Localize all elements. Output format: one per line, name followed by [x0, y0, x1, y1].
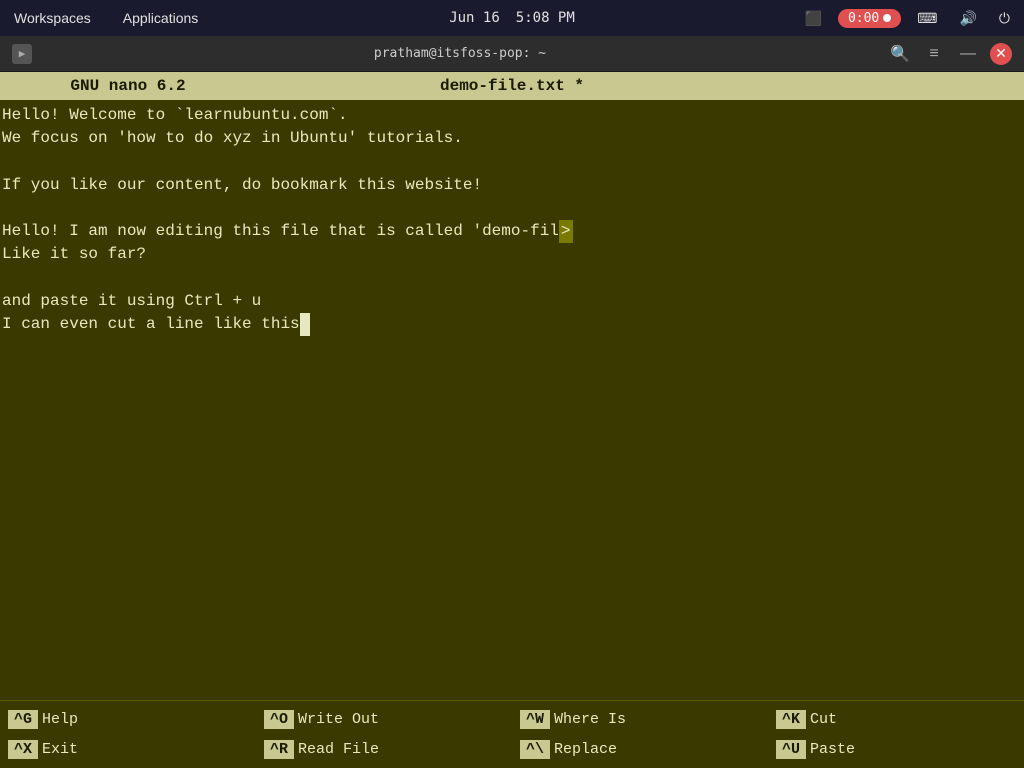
- line-2: We focus on 'how to do xyz in Ubuntu' tu…: [2, 129, 463, 147]
- shortcut-label-writeout: Write Out: [298, 711, 379, 728]
- shortcut-label-whereis: Where Is: [554, 711, 626, 728]
- nano-header: GNU nano 6.2 demo-file.txt *: [0, 72, 1024, 100]
- close-button[interactable]: ✕: [990, 43, 1012, 65]
- shortcut-label-cut: Cut: [810, 711, 837, 728]
- applications-menu[interactable]: Applications: [117, 8, 205, 28]
- shortcut-readfile: ^R Read File: [256, 736, 512, 763]
- shortcut-col-2: ^O Write Out ^R Read File: [256, 701, 512, 768]
- line-7: Like it so far?: [2, 245, 146, 263]
- terminal-titlebar: ▶ pratham@itsfoss-pop: ~ 🔍 ≡ — ✕: [0, 36, 1024, 72]
- workspaces-menu[interactable]: Workspaces: [8, 8, 97, 28]
- shortcut-label-readfile: Read File: [298, 741, 379, 758]
- shortcut-col-4: ^K Cut ^U Paste: [768, 701, 1024, 768]
- nano-editor[interactable]: GNU nano 6.2 demo-file.txt * Hello! Welc…: [0, 72, 1024, 768]
- topbar-time: 5:08 PM: [516, 10, 575, 26]
- shortcut-key-k: ^K: [776, 710, 806, 729]
- shortcut-key-w: ^W: [520, 710, 550, 729]
- line-1: Hello! Welcome to `learnubuntu.com`.: [2, 106, 348, 124]
- nano-version: GNU nano 6.2: [0, 77, 256, 95]
- shortcut-key-backslash: ^\: [520, 740, 550, 759]
- topbar-date: Jun 16: [449, 10, 500, 26]
- shortcut-col-3: ^W Where Is ^\ Replace: [512, 701, 768, 768]
- record-dot-icon: [883, 14, 891, 22]
- terminal-tab-icon: ▶: [12, 44, 32, 64]
- shortcut-key-g: ^G: [8, 710, 38, 729]
- text-cursor: [300, 313, 310, 336]
- record-label: 0:00: [848, 11, 879, 26]
- menu-button[interactable]: ≡: [922, 42, 946, 66]
- sound-icon[interactable]: 🔊: [953, 8, 982, 29]
- shortcut-help: ^G Help: [0, 706, 256, 733]
- topbar-center: Jun 16 5:08 PM: [449, 10, 575, 26]
- line-4: If you like our content, do bookmark thi…: [2, 176, 482, 194]
- system-topbar: Workspaces Applications Jun 16 5:08 PM ⬛…: [0, 0, 1024, 36]
- topbar-left: Workspaces Applications: [8, 8, 204, 28]
- shortcut-col-1: ^G Help ^X Exit: [0, 701, 256, 768]
- shortcut-key-x: ^X: [8, 740, 38, 759]
- shortcut-cut: ^K Cut: [768, 706, 1024, 733]
- screen-icon[interactable]: ⬛: [799, 8, 828, 29]
- shortcut-key-o: ^O: [264, 710, 294, 729]
- overflow-indicator: >: [559, 220, 573, 243]
- topbar-right: ⬛ 0:00 ⌨ 🔊 ⏻: [799, 8, 1016, 29]
- nano-filename: demo-file.txt *: [256, 77, 768, 95]
- shortcut-key-r: ^R: [264, 740, 294, 759]
- shortcut-label-exit: Exit: [42, 741, 78, 758]
- terminal-actions: 🔍 ≡ — ✕: [888, 42, 1012, 66]
- shortcut-key-u: ^U: [776, 740, 806, 759]
- shortcut-label-paste: Paste: [810, 741, 855, 758]
- shortcut-whereis: ^W Where Is: [512, 706, 768, 733]
- shortcut-exit: ^X Exit: [0, 736, 256, 763]
- shortcut-writeout: ^O Write Out: [256, 706, 512, 733]
- minimize-button[interactable]: —: [956, 42, 980, 66]
- line-6: Hello! I am now editing this file that i…: [2, 222, 573, 240]
- keyboard-icon[interactable]: ⌨: [911, 8, 943, 29]
- record-button[interactable]: 0:00: [838, 9, 901, 28]
- shortcut-label-replace: Replace: [554, 741, 617, 758]
- nano-shortcuts: ^G Help ^X Exit ^O Write Out ^R Read Fil…: [0, 700, 1024, 768]
- terminal-title: pratham@itsfoss-pop: ~: [40, 46, 880, 61]
- shortcut-paste: ^U Paste: [768, 736, 1024, 763]
- line-10: I can even cut a line like this: [2, 315, 310, 333]
- nano-content[interactable]: Hello! Welcome to `learnubuntu.com`. We …: [0, 100, 1024, 700]
- power-icon[interactable]: ⏻: [993, 8, 1016, 29]
- terminal-window: ▶ pratham@itsfoss-pop: ~ 🔍 ≡ — ✕ GNU nan…: [0, 36, 1024, 768]
- line-9: and paste it using Ctrl + u: [2, 292, 261, 310]
- shortcut-label-help: Help: [42, 711, 78, 728]
- search-button[interactable]: 🔍: [888, 42, 912, 66]
- shortcut-replace: ^\ Replace: [512, 736, 768, 763]
